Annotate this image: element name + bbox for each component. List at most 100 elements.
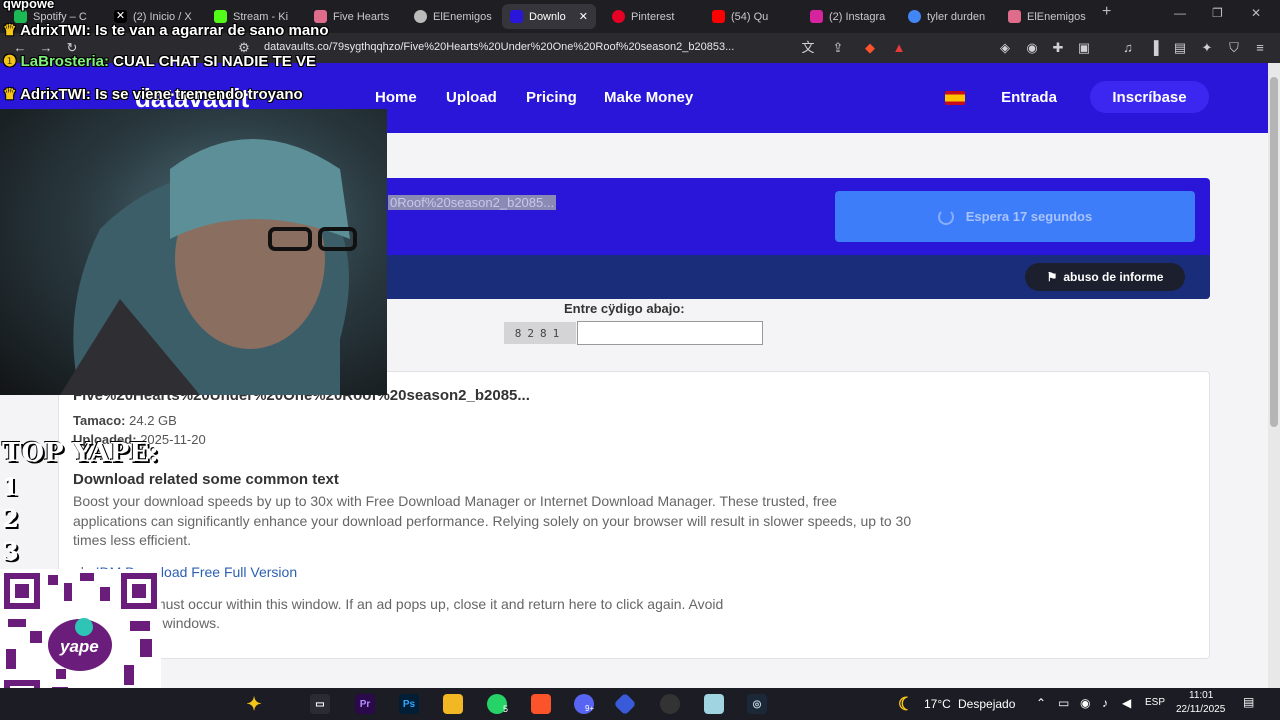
chevron-up-icon[interactable]: ⌃ (1036, 696, 1046, 710)
sidebar-icon[interactable]: ▐ (1146, 40, 1162, 56)
login-button[interactable]: Entrada (980, 81, 1078, 113)
wallet-icon[interactable]: ▤ (1172, 40, 1188, 56)
captcha-input[interactable] (577, 321, 763, 345)
brave-icon[interactable] (531, 694, 551, 714)
clock-time[interactable]: 11:01 (1189, 690, 1213, 701)
url-text[interactable]: datavaults.co/79sygthqqhzo/Five%20Hearts… (264, 41, 734, 53)
menu-icon[interactable]: ≡ (1252, 40, 1268, 56)
sub-badge-icon: ❶ (3, 53, 17, 70)
screenshot-icon[interactable]: ▣ (1076, 40, 1092, 56)
code-label: Entre cÿdigo abajo: (564, 301, 685, 316)
yape-logo-text: yape (60, 637, 99, 656)
clock-date[interactable]: 22/11/2025 (1176, 704, 1225, 715)
scrollbar[interactable] (1268, 63, 1280, 688)
rank-1: 1 (2, 472, 19, 501)
captcha-image: 8281 (504, 322, 576, 344)
photoshop-icon[interactable]: Ps (399, 694, 419, 714)
spinner-icon (937, 208, 954, 225)
related-paragraph: Boost your download speeds by up to 30x … (73, 493, 912, 548)
network-icon[interactable]: ▭ (1058, 696, 1069, 710)
file-info-card: Five%20Hearts%20Under%20One%20Roof%20sea… (58, 371, 1210, 659)
volume-icon[interactable]: ◀ (1122, 696, 1131, 710)
tab-youtube[interactable]: (54) Qu (704, 4, 800, 29)
spain-flag-icon[interactable] (945, 91, 965, 105)
wait-button[interactable]: Espera 17 segundos (835, 191, 1195, 242)
language-indicator[interactable]: ESP (1145, 697, 1165, 708)
related-title: Download related some common text (73, 471, 339, 488)
maximize-icon[interactable]: ❐ (1212, 6, 1223, 20)
warning-line-1: ll downloads must occur within this wind… (73, 596, 724, 612)
tab-label: (54) Qu (731, 10, 769, 23)
rank-3: 3 (2, 537, 19, 566)
rewards-icon[interactable]: ▲ (891, 40, 907, 56)
pinterest-icon (612, 10, 625, 23)
close-window-icon[interactable]: ✕ (1251, 6, 1261, 20)
file-explorer-icon[interactable] (443, 694, 463, 714)
tab-label: (2) Instagra (829, 10, 886, 23)
tab-elenemigos[interactable]: ElEnemigos (406, 4, 496, 29)
site-icon (1008, 10, 1021, 23)
chat-text: CUAL CHAT SI NADIE TE VE (113, 53, 316, 70)
download-filename: 0Roof%20season2_b2085... (388, 195, 557, 210)
streamer-silhouette (60, 139, 357, 395)
chat-message: ❶ LaBrosteria: CUAL CHAT SI NADIE TE VE (3, 52, 316, 70)
whatsapp-badge: 5 (503, 704, 509, 714)
vpn-icon[interactable]: ⛉ (1226, 40, 1242, 56)
webcam-feed (0, 109, 387, 395)
chat-text: Is se viene tremendo troyano (95, 86, 303, 103)
premiere-icon[interactable]: Pr (355, 694, 375, 714)
microphone-icon[interactable]: ♪ (1102, 696, 1108, 710)
app-icon[interactable] (613, 692, 637, 716)
crown-icon: ♛ (3, 22, 17, 39)
nav-upload[interactable]: Upload (446, 89, 497, 106)
translate-icon[interactable]: 文 (800, 40, 816, 56)
nav-make-money[interactable]: Make Money (604, 89, 693, 106)
tab-google[interactable]: tyler durden (900, 4, 998, 29)
chat-message: ♛ AdrixTWI: Is te van a agarrar de sano … (3, 21, 329, 39)
tab-download[interactable]: Downlo ✕ (502, 4, 596, 29)
warning-line-2: g from any ad windows. (73, 615, 221, 631)
crown-icon: ♛ (3, 86, 17, 103)
tab-instagram[interactable]: (2) Instagra (802, 4, 898, 29)
youtube-icon (712, 10, 725, 23)
tab-pinterest[interactable]: Pinterest (604, 4, 700, 29)
weather-temp: 17°C (924, 697, 951, 711)
wifi-extension-icon[interactable]: ◉ (1024, 40, 1040, 56)
flag-icon: ⚑ (1046, 270, 1058, 284)
instagram-icon (810, 10, 823, 23)
nav-pricing[interactable]: Pricing (526, 89, 577, 106)
notepad-icon[interactable] (704, 694, 724, 714)
steam-icon[interactable]: ◎ (747, 694, 767, 714)
idm-link-row: nk: IDM Download Free Full Version (73, 563, 913, 583)
puzzle-icon[interactable]: ✚ (1050, 40, 1066, 56)
site-icon (510, 10, 523, 23)
chat-text: Is te van a agarrar de sano mano (95, 22, 329, 39)
new-tab-button[interactable]: + (1102, 3, 1111, 21)
brave-shield-icon[interactable]: ◆ (862, 40, 878, 56)
report-abuse-button[interactable]: ⚑ abuso de informe (1025, 263, 1185, 291)
task-view-icon[interactable]: ▭ (310, 694, 330, 714)
close-tab-icon[interactable]: ✕ (579, 10, 588, 23)
chat-username: AdrixTWI: (20, 86, 91, 103)
share-icon[interactable]: ⇪ (830, 40, 846, 56)
chat-message: ♛ AdrixTWI: Is se viene tremendo troyano (3, 85, 303, 103)
minimize-icon[interactable]: — (1174, 6, 1186, 20)
moon-weather-icon: ☾ (897, 693, 915, 714)
globe-icon (414, 10, 427, 23)
tab-label: Pinterest (631, 10, 675, 23)
tab-label: Five Hearts (333, 10, 390, 23)
tab-label: tyler durden (927, 10, 986, 23)
top-yape-title: TOP YAPE: (2, 438, 159, 468)
scroll-thumb[interactable] (1270, 77, 1278, 427)
notification-icon[interactable]: ▤ (1243, 695, 1254, 709)
music-icon[interactable]: ♫ (1120, 40, 1136, 56)
nav-home[interactable]: Home (375, 89, 417, 106)
file-size: Tamaco: 24.2 GB (73, 413, 177, 428)
leo-icon[interactable]: ✦ (1199, 40, 1215, 56)
extension-icon[interactable]: ◈ (997, 40, 1013, 56)
obs-icon[interactable] (660, 694, 680, 714)
signup-button[interactable]: Inscríbase (1090, 81, 1209, 113)
camera-icon[interactable]: ◉ (1080, 696, 1090, 710)
tab-elenemigos-2[interactable]: ElEnemigos (1000, 4, 1096, 29)
copilot-icon[interactable]: ✦ (244, 694, 264, 714)
